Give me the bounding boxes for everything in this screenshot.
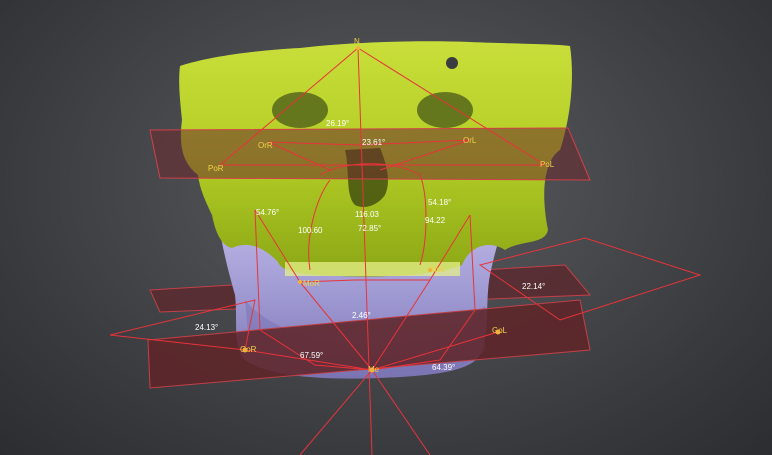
measure-24-13: 24.13° (195, 323, 218, 332)
measure-94-22: 94.22 (425, 216, 446, 225)
measure-64-39: 64.39° (432, 363, 455, 372)
measure-67-59: 67.59° (300, 351, 323, 360)
measure-22-14: 22.14° (522, 282, 545, 291)
label-orr: OrR (258, 141, 273, 150)
measure-26-19: 26.19° (326, 119, 349, 128)
measure-54-18: 54.18° (428, 198, 451, 207)
label-mol: MoL (430, 265, 446, 274)
left-orbit (417, 92, 473, 128)
label-mor: MoR (303, 279, 320, 288)
label-n: N (354, 37, 360, 46)
measure-2-46: 2.46° (352, 311, 371, 320)
label-por: PoR (208, 164, 224, 173)
measure-23-61: 23.61° (362, 138, 385, 147)
foramen-hole (446, 57, 458, 69)
label-gor: GoR (240, 345, 257, 354)
measure-72-85: 72.85° (358, 224, 381, 233)
label-orl: OrL (463, 136, 477, 145)
3d-viewport[interactable]: N OrR OrL PoR PoL MoR MoL GoR GoL Me 26.… (0, 0, 772, 455)
cephalometric-scene: N OrR OrL PoR PoL MoR MoL GoR GoL Me 26.… (109, 37, 702, 455)
measure-54-76: 54.76° (256, 208, 279, 217)
measure-100-60: 100.60 (298, 226, 323, 235)
label-pol: PoL (540, 160, 555, 169)
measure-116-03: 116.03 (355, 210, 379, 219)
